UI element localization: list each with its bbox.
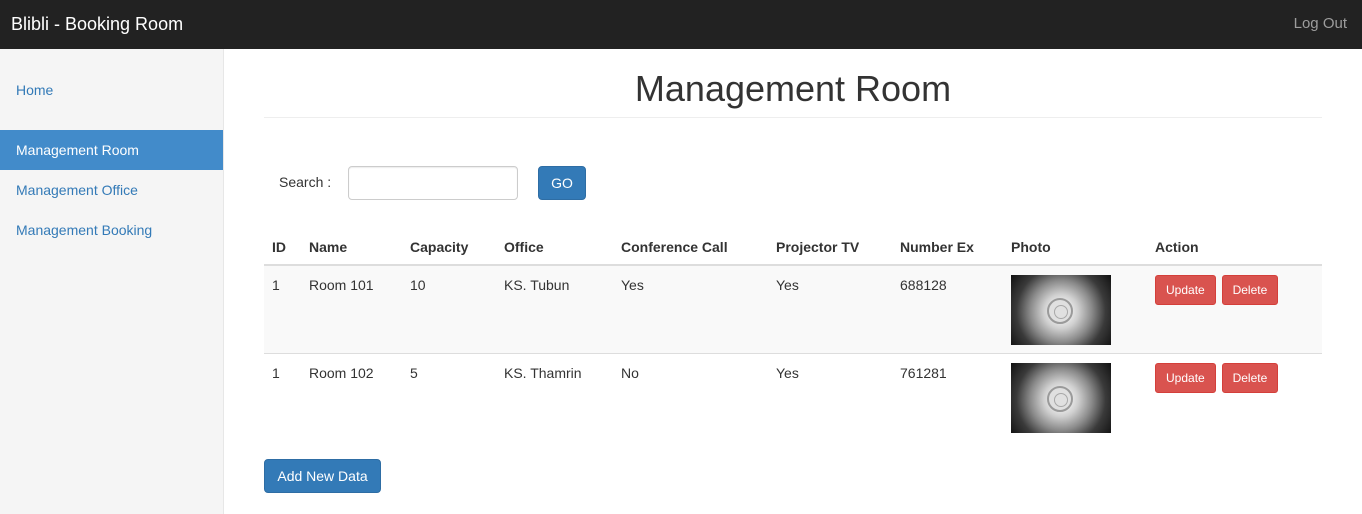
sidebar-item-management-booking[interactable]: Management Booking [0,210,223,250]
go-button[interactable]: GO [538,166,586,200]
room-photo [1011,275,1111,345]
update-button[interactable]: Update [1155,363,1216,393]
cell-photo [1003,353,1147,441]
cell-action: Update Delete [1147,353,1322,441]
sidebar: Home Management Room Management Office M… [0,49,224,514]
cell-id: 1 [264,353,301,441]
table-row: 1 Room 101 10 KS. Tubun Yes Yes 688128 U… [264,264,1322,354]
cell-capacity: 10 [402,264,496,354]
title-divider [264,117,1322,118]
column-header: Name [301,229,402,266]
cell-name: Room 102 [301,353,402,441]
cell-action: Update Delete [1147,264,1322,354]
brand-title[interactable]: Blibli - Booking Room [11,13,183,35]
delete-button[interactable]: Delete [1221,275,1279,305]
table-row: 1 Room 102 5 KS. Thamrin No Yes 761281 U… [264,353,1322,441]
table-header-row: ID Name Capacity Office Conference Call … [264,229,1322,266]
column-header: Capacity [402,229,496,266]
search-label: Search : [279,174,332,190]
update-button[interactable]: Update [1155,275,1216,305]
cell-conference-call: No [613,353,768,441]
search-input[interactable] [348,166,518,200]
sidebar-item-home[interactable]: Home [0,70,223,110]
column-header: ID [264,229,301,266]
column-header: Office [496,229,613,266]
cell-photo [1003,264,1147,354]
page-title: Management Room [634,68,952,109]
cell-office: KS. Tubun [496,264,613,354]
column-header: Number Ex [892,229,1003,266]
cell-conference-call: Yes [613,264,768,354]
column-header: Photo [1003,229,1147,266]
cell-name: Room 101 [301,264,402,354]
cell-number-ex: 688128 [892,264,1003,354]
column-header: Projector TV [768,229,892,266]
add-new-data-button[interactable]: Add New Data [264,459,381,493]
logo-seal-icon [1047,298,1073,324]
cell-office: KS. Thamrin [496,353,613,441]
main-content: Management Room Search : GO ID Name Capa… [224,49,1362,514]
top-navbar: Blibli - Booking Room Log Out [0,0,1362,49]
column-header: Action [1147,229,1322,266]
sidebar-item-management-room[interactable]: Management Room [0,130,223,170]
cell-projector-tv: Yes [768,353,892,441]
logo-seal-icon [1047,386,1073,412]
sidebar-item-management-office[interactable]: Management Office [0,170,223,210]
cell-capacity: 5 [402,353,496,441]
column-header: Conference Call [613,229,768,266]
room-photo [1011,363,1111,433]
logout-link[interactable]: Log Out [1294,15,1347,33]
delete-button[interactable]: Delete [1221,363,1279,393]
cell-id: 1 [264,264,301,354]
cell-projector-tv: Yes [768,264,892,354]
rooms-table: ID Name Capacity Office Conference Call … [264,229,1322,441]
cell-number-ex: 761281 [892,353,1003,441]
